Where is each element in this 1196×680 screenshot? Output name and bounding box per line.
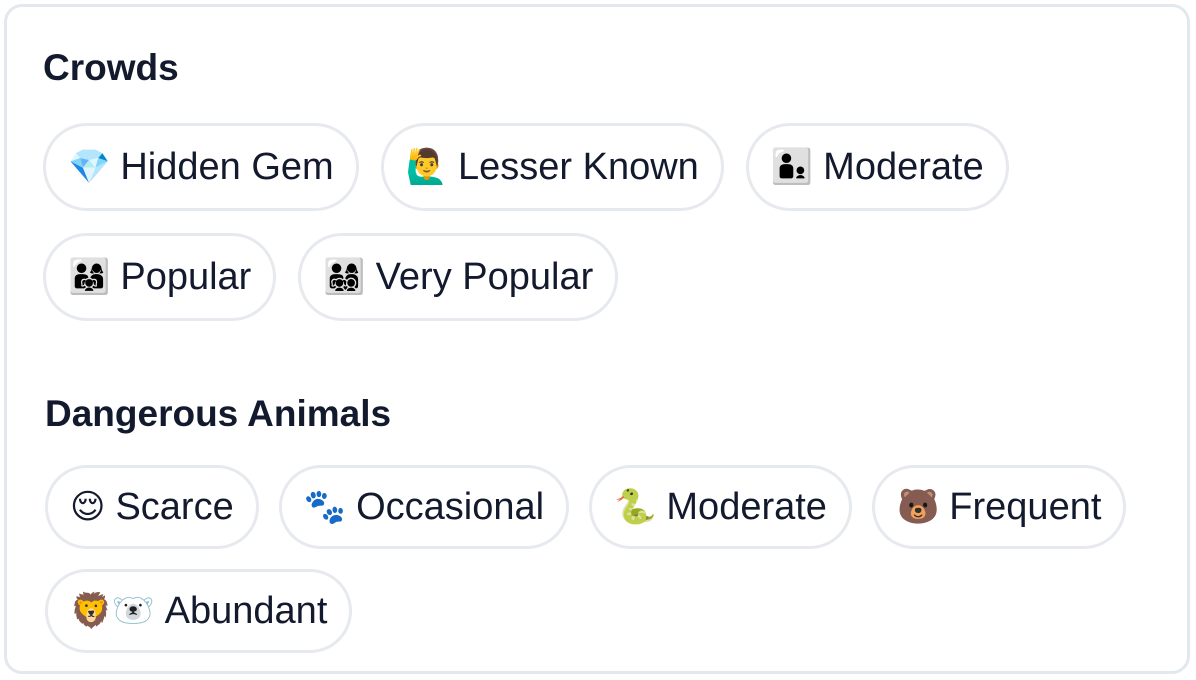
- snake-icon: 🐍: [614, 487, 657, 527]
- dangerous-animals-section-title: Dangerous Animals: [45, 393, 392, 434]
- crowds-chip-lesser-known[interactable]: 🙋‍♂️ Lesser Known: [380, 123, 724, 211]
- raising-hand-icon: 🙋‍♂️: [405, 147, 449, 187]
- crowds-chip-popular[interactable]: 👨‍👩‍👧 Popular: [43, 233, 277, 321]
- man-with-child-icon: 👨‍👦: [770, 147, 814, 187]
- crowds-chip-hidden-gem[interactable]: 💎 Hidden Gem: [43, 123, 359, 211]
- chip-label: Hidden Gem: [120, 146, 334, 188]
- animals-chip-abundant[interactable]: 🦁🐻‍❄️ Abundant: [45, 569, 353, 653]
- chip-label: Frequent: [949, 486, 1102, 528]
- family-icon: 👨‍👩‍👧: [68, 257, 111, 297]
- chip-label: Scarce: [115, 486, 234, 528]
- gem-icon: 💎: [68, 147, 111, 187]
- paw-prints-icon: 🐾: [303, 487, 347, 527]
- dangerous-animals-chip-group: 😌 Scarce 🐾 Occasional 🐍 Moderate 🐻 Frequ…: [45, 465, 1175, 653]
- lion-polar-bear-icon: 🦁🐻‍❄️: [70, 591, 155, 631]
- relieved-face-icon: 😌: [70, 487, 106, 527]
- chip-label: Abundant: [164, 590, 328, 632]
- crowds-chip-very-popular[interactable]: 👨‍👩‍👧‍👦 Very Popular: [298, 233, 619, 321]
- animals-chip-frequent[interactable]: 🐻 Frequent: [871, 465, 1127, 549]
- large-family-icon: 👨‍👩‍👧‍👦: [323, 257, 366, 297]
- crowds-chip-moderate[interactable]: 👨‍👦 Moderate: [745, 123, 1009, 211]
- chip-label: Occasional: [356, 486, 545, 528]
- animals-chip-moderate[interactable]: 🐍 Moderate: [589, 465, 852, 549]
- chip-label: Moderate: [666, 486, 827, 528]
- chip-label: Lesser Known: [458, 146, 699, 188]
- animals-chip-scarce[interactable]: 😌 Scarce: [45, 465, 259, 549]
- bear-icon: 🐻: [896, 487, 940, 527]
- animals-chip-occasional[interactable]: 🐾 Occasional: [278, 465, 570, 549]
- filter-card: Crowds 💎 Hidden Gem 🙋‍♂️ Lesser Known 👨‍…: [4, 4, 1190, 674]
- chip-label: Very Popular: [375, 256, 594, 298]
- crowds-section-title: Crowds: [43, 47, 179, 88]
- chip-label: Moderate: [823, 146, 984, 188]
- chip-label: Popular: [120, 256, 252, 298]
- crowds-chip-group: 💎 Hidden Gem 🙋‍♂️ Lesser Known 👨‍👦 Moder…: [43, 123, 1163, 321]
